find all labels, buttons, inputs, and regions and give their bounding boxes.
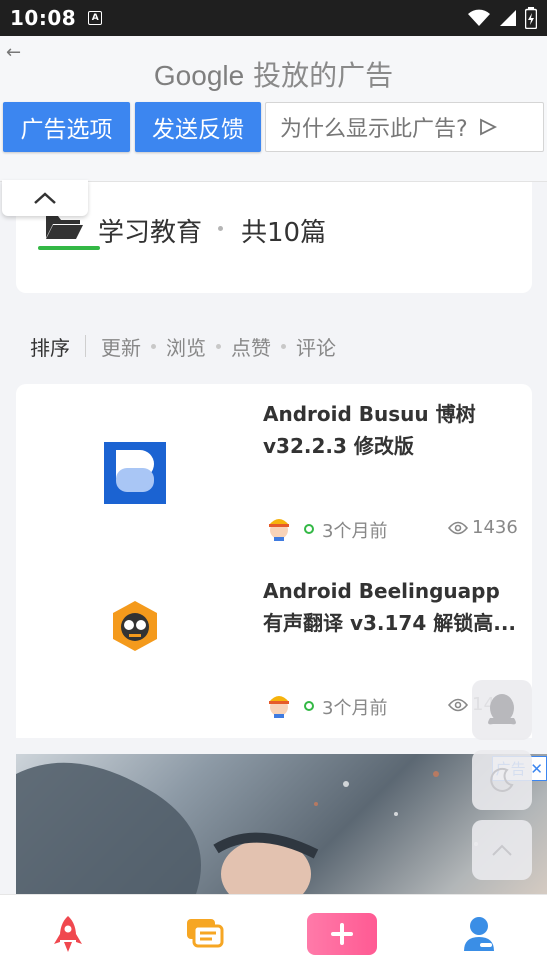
- item-time: 3个月前: [322, 521, 388, 542]
- item-views: 1436: [448, 517, 518, 538]
- separator-dot: [281, 343, 286, 349]
- item-time: 3个月前: [322, 698, 388, 719]
- wifi-icon: [468, 9, 490, 26]
- time-dot: [304, 701, 314, 711]
- beelinguapp-app-icon: [113, 601, 157, 651]
- qq-penguin-icon: [488, 694, 516, 725]
- status-time: 10:08: [10, 6, 77, 30]
- eye-icon: [448, 698, 468, 711]
- bottom-image-ad[interactable]: 广告 ✕: [16, 754, 547, 894]
- item-title: Android Beelinguapp 有声翻译 v3.174 解锁高...: [263, 579, 517, 635]
- category-count: 共10篇: [241, 218, 327, 248]
- rocket-icon: [54, 915, 83, 952]
- item-title: Android Busuu 博树 v32.2.3 修改版: [263, 402, 476, 458]
- avatar: [269, 519, 289, 541]
- category-underline: [38, 246, 100, 250]
- ad-banner-title: Google 投放的广告: [0, 54, 547, 94]
- separator-dot: [151, 343, 156, 349]
- nav-publish[interactable]: [302, 904, 382, 964]
- status-icons: [467, 7, 537, 29]
- sort-divider: [85, 335, 86, 357]
- status-bar: 10:08 A: [0, 0, 547, 36]
- nav-home[interactable]: [28, 904, 108, 964]
- why-this-ad-label: 为什么显示此广告?: [280, 117, 468, 142]
- user-icon: [463, 916, 494, 951]
- ad-illustration: [16, 762, 478, 894]
- play-outline-icon: [479, 118, 497, 136]
- google-wordmark: Google: [153, 60, 245, 91]
- sort-bar: 排序 更新 浏览 点赞 评论: [30, 332, 336, 361]
- separator-dot: [218, 226, 223, 231]
- list-item[interactable]: Android Busuu 博树 v32.2.3 修改版 3个月前 1436: [16, 384, 532, 561]
- chevron-up-icon: [492, 844, 512, 856]
- separator-dot: [216, 343, 221, 349]
- battery-icon: [525, 7, 537, 29]
- moon-float-button[interactable]: [472, 750, 532, 810]
- chat-icon: [187, 918, 224, 947]
- notification-a-icon: A: [88, 11, 103, 25]
- eye-icon: [448, 521, 468, 534]
- nav-messages[interactable]: [165, 904, 245, 964]
- collapse-ad-button[interactable]: [2, 180, 88, 216]
- list-item[interactable]: Android Beelinguapp 有声翻译 v3.174 解锁高... 3…: [16, 561, 532, 738]
- category-name: 学习教育: [98, 218, 203, 248]
- google-ad-banner: ← Google 投放的广告 广告选项 发送反馈 为什么显示此广告?: [0, 36, 547, 182]
- category-card: 学习教育 共10篇: [16, 182, 532, 293]
- sort-option-likes[interactable]: 点赞: [231, 332, 271, 361]
- nav-profile[interactable]: [439, 904, 519, 964]
- sort-option-update[interactable]: 更新: [101, 332, 141, 361]
- ad-title-suffix: 投放的广告: [253, 59, 394, 92]
- avatar: [269, 696, 289, 718]
- time-dot: [304, 524, 314, 534]
- publish-button[interactable]: [306, 912, 377, 955]
- bottom-nav: [0, 894, 547, 972]
- scroll-top-float-button[interactable]: [472, 820, 532, 880]
- view-count: 1436: [472, 517, 518, 538]
- folder-open-icon: [46, 216, 83, 239]
- send-feedback-button[interactable]: 发送反馈: [135, 102, 261, 152]
- qq-float-button[interactable]: [472, 680, 532, 740]
- moon-icon: [490, 767, 514, 792]
- article-list: Android Busuu 博树 v32.2.3 修改版 3个月前 1436 A…: [16, 384, 532, 738]
- ad-options-button[interactable]: 广告选项: [3, 102, 130, 152]
- plus-icon: [330, 922, 353, 945]
- sort-label: 排序: [30, 335, 70, 360]
- signal-icon: [500, 10, 516, 26]
- why-this-ad-button[interactable]: 为什么显示此广告?: [265, 102, 544, 152]
- busuu-app-icon: [104, 442, 166, 504]
- sort-option-views[interactable]: 浏览: [166, 332, 206, 361]
- chevron-up-icon: [34, 192, 56, 204]
- sort-option-comments[interactable]: 评论: [296, 332, 336, 361]
